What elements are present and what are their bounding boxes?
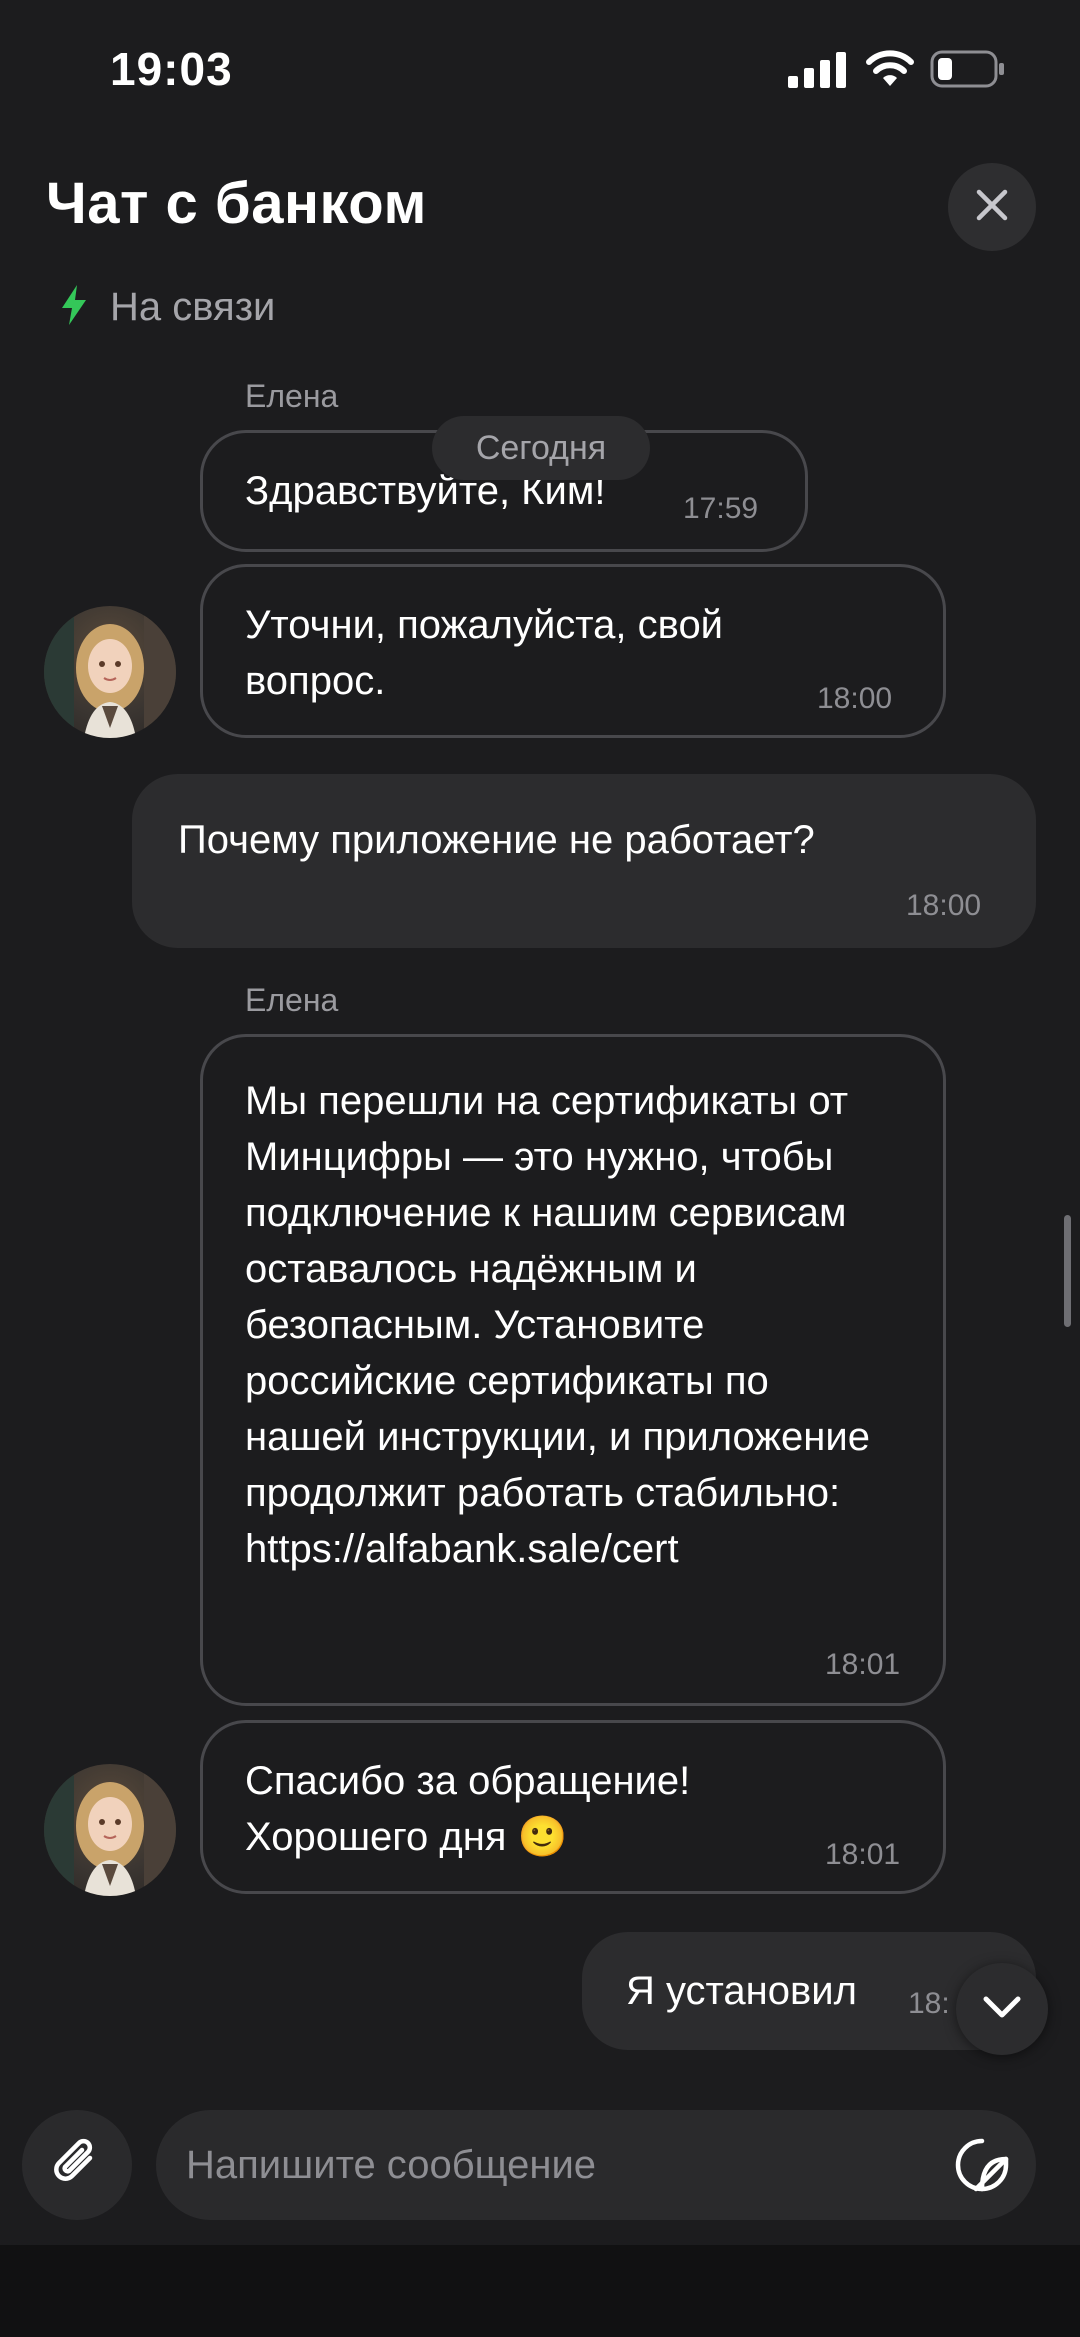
avatar [44,606,176,738]
message-text: Уточни, пожалуйста, свой вопрос. [245,603,724,703]
message-bubble[interactable]: Уточни, пожалуйста, свой вопрос. 18:00 [200,564,946,738]
paperclip-icon [50,2136,104,2195]
close-icon [975,188,1009,227]
message-text: Почему приложение не работает? [178,818,815,862]
online-status-text: На связи [110,285,276,329]
message-bubble[interactable]: Спасибо за обращение! Хорошего дня 🙂 18:… [200,1720,946,1894]
message-input-field[interactable] [156,2110,1036,2220]
close-button[interactable] [948,163,1036,251]
message-text: Я установил [626,1969,857,2013]
avatar [44,1764,176,1896]
my-message-bubble[interactable]: Почему приложение не работает? 18:00 [132,774,1036,948]
scroll-down-button[interactable] [956,1963,1048,2055]
online-status: На связи [60,285,275,330]
message-text: Мы перешли на сертификаты от Минцифры — … [245,1079,870,1571]
sticker-icon[interactable] [950,2133,1014,2197]
page-title: Чат с банком [46,171,427,236]
status-time: 19:03 [110,43,233,95]
message-input[interactable] [184,2141,908,2189]
message-time: 18:01 [825,1838,901,1871]
message-text: Спасибо за обращение! Хорошего дня 🙂 [245,1759,691,1859]
message-time: 18: [908,1987,950,2020]
chevron-down-icon [982,1995,1022,2024]
attach-button[interactable] [22,2110,132,2220]
message-time: 17:59 [683,492,759,525]
lightning-icon [60,285,88,330]
scrollbar[interactable] [1064,1215,1071,1327]
cellular-signal-icon [788,52,846,93]
sender-name: Елена [245,378,339,414]
battery-icon [930,50,1006,93]
message-time: 18:00 [906,889,982,922]
wifi-icon [866,50,914,93]
date-chip: Сегодня [432,416,650,480]
message-time: 18:00 [817,682,893,715]
message-bubble[interactable]: Мы перешли на сертификаты от Минцифры — … [200,1034,946,1706]
bottom-bar [0,2245,1080,2337]
message-time: 18:01 [825,1648,901,1681]
sender-name: Елена [245,982,339,1018]
